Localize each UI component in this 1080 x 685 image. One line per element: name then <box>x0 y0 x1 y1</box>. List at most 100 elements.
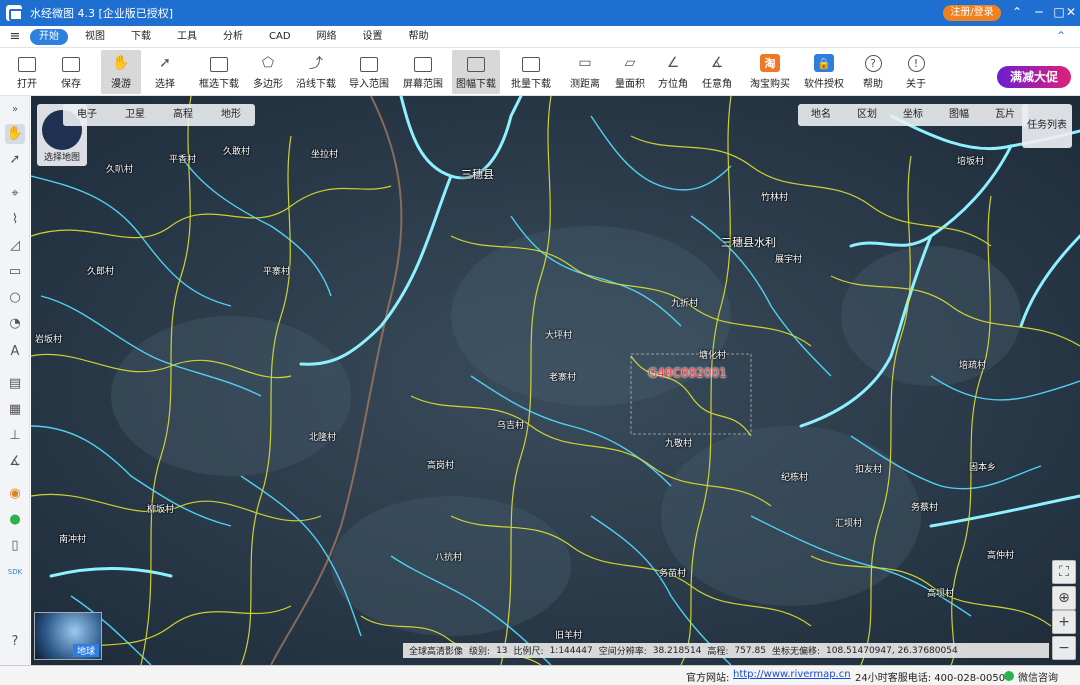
rectangle-tool-icon[interactable]: ▭ <box>5 262 25 282</box>
azimuth-icon: ∠ <box>666 55 680 71</box>
measure-distance-button[interactable]: ▭ 测距离 <box>566 50 604 94</box>
layer-tab-coordinates[interactable]: 坐标 <box>890 104 936 126</box>
line-download-button[interactable]: ⤴ 沿线下载 <box>293 50 339 94</box>
place-label: 三穗县 <box>461 168 494 181</box>
place-label: 九折村 <box>671 299 699 309</box>
menu-tools[interactable]: 工具 <box>168 29 206 45</box>
screen-range-button[interactable]: 屏幕范围 <box>400 50 446 94</box>
import-range-button[interactable]: 导入范围 <box>346 50 392 94</box>
collapse-ribbon-icon[interactable]: ⌃ <box>1056 29 1066 43</box>
link-tool-icon[interactable]: ● <box>5 510 25 530</box>
measure-area-icon[interactable]: ▦ <box>5 400 25 420</box>
any-angle-button[interactable]: ∡ 任意角 <box>699 50 735 94</box>
place-label: 务苗村 <box>659 569 687 579</box>
menu-bar: ≡ 开始 视图 下载 工具 分析 CAD 网络 设置 帮助 ⌃ <box>0 26 1080 48</box>
sector-tool-icon[interactable]: ◔ <box>5 314 25 334</box>
place-label: 高岗村 <box>427 461 455 471</box>
circle-tool-icon[interactable]: ○ <box>5 288 25 308</box>
pan-tool-icon[interactable]: ✋ <box>5 124 25 144</box>
help-circle-icon[interactable]: ? <box>5 632 25 652</box>
expand-sidebar-icon[interactable]: » <box>5 100 25 120</box>
basemap-tab-satellite[interactable]: 卫星 <box>111 104 159 126</box>
point-tool-icon[interactable]: ⌖ <box>5 184 25 204</box>
azimuth-button[interactable]: ∠ 方位角 <box>656 50 690 94</box>
layer-tab-sheets[interactable]: 图幅 <box>936 104 982 126</box>
place-label: 乌吉村 <box>497 421 525 431</box>
layer-tab-placenames[interactable]: 地名 <box>798 104 844 126</box>
license-button[interactable]: 🔒 软件授权 <box>802 50 846 94</box>
box-download-button[interactable]: 框选下载 <box>196 50 242 94</box>
place-label: 三穗县水利 <box>721 236 776 249</box>
collapse-icon[interactable]: ⌃ <box>1008 3 1026 21</box>
select-button[interactable]: ➚ 选择 <box>147 50 183 94</box>
title-bar: 水经微图 4.3 [企业版已授权] 注册/登录 ⌃ ─ □ ✕ <box>0 0 1080 26</box>
menu-cad[interactable]: CAD <box>260 29 300 45</box>
screen-icon <box>414 57 432 72</box>
info-icon: ! <box>907 55 925 72</box>
menu-download[interactable]: 下载 <box>122 29 160 45</box>
menu-network[interactable]: 网络 <box>308 29 346 45</box>
sheet-download-button[interactable]: 图幅下载 <box>452 50 500 94</box>
basemap-tab-terrain[interactable]: 地形 <box>207 104 255 126</box>
fullscreen-icon[interactable]: ⛶ <box>1052 560 1076 584</box>
place-label: 塘化村 <box>699 351 727 361</box>
place-label: 培坂村 <box>957 157 985 167</box>
select-tool-icon[interactable]: ➚ <box>5 150 25 170</box>
zoom-in-button[interactable]: + <box>1052 610 1076 634</box>
cursor-icon: ➚ <box>159 55 171 71</box>
promo-banner[interactable]: 满减大促 <box>997 66 1071 88</box>
place-label: 固本乡 <box>969 463 997 473</box>
login-button[interactable]: 注册/登录 <box>943 5 1001 21</box>
map-viewport[interactable]: 坐拉村 久叭村 平寨村 久敢村 平香村 久郎村 岩坂村 大坪村 老寨村 乌吉村 … <box>31 96 1080 665</box>
globe-overview[interactable]: 地球 <box>34 612 102 660</box>
hamburger-menu-icon[interactable]: ≡ <box>0 29 30 44</box>
resolution-value: 38.218514 <box>652 645 702 656</box>
mobile-icon[interactable]: ▯ <box>5 536 25 556</box>
angle-icon: ∡ <box>710 55 724 71</box>
area-tool-icon[interactable]: ◿ <box>5 236 25 256</box>
menu-analysis[interactable]: 分析 <box>214 29 252 45</box>
polygon-button[interactable]: ⬠ 多边形 <box>250 50 286 94</box>
text-tool-icon[interactable]: A <box>5 342 25 362</box>
task-list-button[interactable]: 任务列表 <box>1022 104 1072 148</box>
website-link[interactable]: http://www.rivermap.cn <box>733 669 851 680</box>
zoom-out-button[interactable]: − <box>1052 636 1076 660</box>
open-button[interactable]: 打开 <box>8 50 46 94</box>
layer-tab-divisions[interactable]: 区划 <box>844 104 890 126</box>
basemap-tab-elevation[interactable]: 高程 <box>159 104 207 126</box>
map-info-bar: 全球高清影像 级别: 13 比例尺: 1:144447 空间分辨率: 38.21… <box>403 643 1049 658</box>
taobao-buy-button[interactable]: 淘淘宝购买 <box>748 50 792 94</box>
menu-view[interactable]: 视图 <box>76 29 114 45</box>
angle-tool-icon[interactable]: ∡ <box>5 452 25 472</box>
globe-tool-icon[interactable]: ◉ <box>5 484 25 504</box>
close-button[interactable]: ✕ <box>1062 3 1080 21</box>
basemap-tab-electronic[interactable]: 电子 <box>63 104 111 126</box>
locate-icon[interactable]: ⊕ <box>1052 586 1076 610</box>
menu-start[interactable]: 开始 <box>30 28 68 45</box>
basemap-tabs: 电子 卫星 高程 地形 <box>63 104 255 126</box>
minimize-button[interactable]: ─ <box>1030 3 1048 21</box>
place-label: 八抗村 <box>435 553 463 563</box>
save-button[interactable]: 保存 <box>54 50 88 94</box>
sdk-icon[interactable]: SDK <box>5 562 25 582</box>
wechat-consult-link[interactable]: 微信咨询 <box>1018 669 1058 684</box>
place-label: 久叭村 <box>106 165 134 175</box>
menu-help[interactable]: 帮助 <box>400 29 438 45</box>
line-download-icon: ⤴ <box>309 56 323 72</box>
place-label: 老寨村 <box>549 373 577 383</box>
help-button[interactable]: ? 帮助 <box>858 50 888 94</box>
place-label: 旧羊村 <box>555 631 583 641</box>
polyline-tool-icon[interactable]: ⌇ <box>5 210 25 230</box>
polygon-icon: ⬠ <box>261 55 275 71</box>
measure-distance-icon[interactable]: ▤ <box>5 374 25 394</box>
azimuth-tool-icon[interactable]: ⊥ <box>5 426 25 446</box>
taobao-icon: 淘 <box>760 54 780 72</box>
elevation-label: 高程: <box>707 647 729 657</box>
place-label: 岩坂村 <box>35 335 63 345</box>
pan-button[interactable]: ✋ 漫游 <box>101 50 141 94</box>
batch-download-button[interactable]: 批量下载 <box>508 50 554 94</box>
place-label: 柳坂村 <box>147 505 175 515</box>
menu-settings[interactable]: 设置 <box>354 29 392 45</box>
measure-area-button[interactable]: ▱ 量面积 <box>612 50 648 94</box>
about-button[interactable]: ! 关于 <box>901 50 931 94</box>
